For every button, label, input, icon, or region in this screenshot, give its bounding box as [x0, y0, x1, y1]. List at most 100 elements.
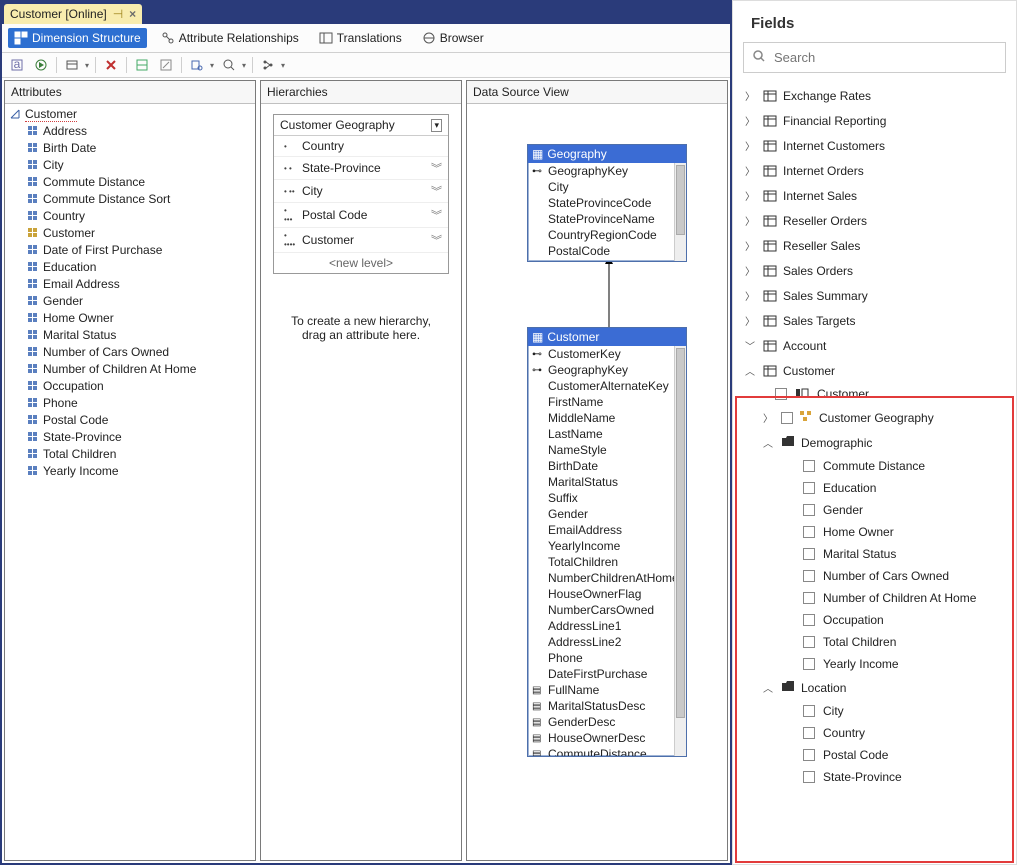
fields-table[interactable]: 〉Reseller Orders — [733, 208, 1016, 233]
attribute-item[interactable]: Commute Distance Sort — [25, 190, 253, 207]
fields-table-customer[interactable]: ︿Customer — [733, 358, 1016, 383]
hierarchy-level[interactable]: • •State-Province︾ — [274, 157, 448, 180]
attribute-item[interactable]: Email Address — [25, 275, 253, 292]
attribute-item[interactable]: Total Children — [25, 445, 253, 462]
attribute-item[interactable]: Country — [25, 207, 253, 224]
dsv-table-customer[interactable]: ▦Customer ⊷CustomerKey⊶GeographyKeyCusto… — [527, 327, 687, 757]
toolbar-view-icon[interactable] — [63, 56, 81, 74]
tab-dimension-structure[interactable]: Dimension Structure — [8, 28, 147, 48]
attributes-tree[interactable]: Customer AddressBirth DateCityCommute Di… — [5, 104, 255, 860]
attribute-item[interactable]: Phone — [25, 394, 253, 411]
attribute-item[interactable]: Gender — [25, 292, 253, 309]
attribute-item[interactable]: State-Province — [25, 428, 253, 445]
dsv-column[interactable]: YearlyIncome — [528, 538, 686, 554]
dsv-column[interactable]: ⊷CustomerKey — [528, 346, 686, 362]
dsv-column[interactable]: AddressLine2 — [528, 634, 686, 650]
fields-table[interactable]: 〉Internet Orders — [733, 158, 1016, 183]
dsv-column[interactable]: ▤HouseOwnerDesc — [528, 730, 686, 746]
pin-icon[interactable]: ⊣ — [113, 7, 123, 21]
dsv-column[interactable]: NumberCarsOwned — [528, 602, 686, 618]
toolbar-add-icon[interactable]: a — [8, 56, 26, 74]
dsv-table-geography[interactable]: ▦Geography ⊷GeographyKeyCityStateProvinc… — [527, 144, 687, 262]
chevron-icon[interactable]: ︿ — [745, 363, 757, 378]
fields-search[interactable] — [743, 42, 1006, 73]
dsv-column[interactable]: LastName — [528, 426, 686, 442]
attribute-item[interactable]: Home Owner — [25, 309, 253, 326]
hierarchy-level[interactable]: •Country — [274, 136, 448, 157]
dsv-column[interactable]: CustomerAlternateKey — [528, 378, 686, 394]
attribute-item[interactable]: Number of Children At Home — [25, 360, 253, 377]
chevron-icon[interactable]: 〉 — [745, 188, 757, 203]
fields-table[interactable]: 〉Sales Targets — [733, 308, 1016, 333]
dsv-column[interactable]: CountryRegionCode — [528, 227, 686, 243]
toolbar-tree-icon[interactable] — [259, 56, 277, 74]
dsv-column[interactable]: MiddleName — [528, 410, 686, 426]
hierarchy-level[interactable]: • ••City︾ — [274, 180, 448, 203]
dsv-column[interactable]: NameStyle — [528, 442, 686, 458]
attribute-item[interactable]: Customer — [25, 224, 253, 241]
close-icon[interactable]: × — [129, 7, 136, 21]
dsv-column[interactable]: ▤MaritalStatusDesc — [528, 698, 686, 714]
dsv-column[interactable]: DateFirstPurchase — [528, 666, 686, 682]
dsv-column[interactable]: Phone — [528, 650, 686, 666]
toolbar-find-icon[interactable] — [188, 56, 206, 74]
dsv-column[interactable]: EnglishCountryRegionName — [528, 259, 686, 261]
dsv-column[interactable]: City — [528, 179, 686, 195]
chevron-icon[interactable]: ﹀ — [745, 338, 757, 353]
dsv-column[interactable]: FirstName — [528, 394, 686, 410]
attribute-item[interactable]: Education — [25, 258, 253, 275]
attribute-item[interactable]: Commute Distance — [25, 173, 253, 190]
fields-table[interactable]: 〉Sales Orders — [733, 258, 1016, 283]
hierarchy-level[interactable]: • •••Postal Code︾ — [274, 203, 448, 228]
fields-table[interactable]: ﹀Account — [733, 333, 1016, 358]
hierarchy-new-level[interactable]: <new level> — [274, 253, 448, 273]
dsv-column[interactable]: ⊶GeographyKey — [528, 362, 686, 378]
hierarchy-level[interactable]: • ••••Customer︾ — [274, 228, 448, 253]
fields-table[interactable]: 〉Internet Sales — [733, 183, 1016, 208]
attribute-item[interactable]: Occupation — [25, 377, 253, 394]
tab-translations[interactable]: Translations — [313, 28, 408, 48]
toolbar-process-icon[interactable] — [32, 56, 50, 74]
toolbar-edit-icon[interactable] — [157, 56, 175, 74]
attribute-item[interactable]: Number of Cars Owned — [25, 343, 253, 360]
dsv-column[interactable]: AddressLine1 — [528, 618, 686, 634]
hierarchy-box[interactable]: Customer Geography ▾ •Country• •State-Pr… — [273, 114, 449, 274]
chevron-icon[interactable]: 〉 — [745, 213, 757, 228]
dsv-canvas[interactable]: ▦Geography ⊷GeographyKeyCityStateProvinc… — [467, 104, 727, 860]
chevron-icon[interactable]: 〉 — [745, 238, 757, 253]
search-input[interactable] — [774, 50, 997, 65]
hierarchy-expand-icon[interactable]: ▾ — [431, 119, 442, 132]
dsv-column[interactable]: Suffix — [528, 490, 686, 506]
dsv-column[interactable]: BirthDate — [528, 458, 686, 474]
chevron-icon[interactable]: 〉 — [745, 113, 757, 128]
dsv-column[interactable]: PostalCode — [528, 243, 686, 259]
fields-table[interactable]: 〉Internet Customers — [733, 133, 1016, 158]
fields-table[interactable]: 〉Financial Reporting — [733, 108, 1016, 133]
tab-attribute-relationships[interactable]: Attribute Relationships — [155, 28, 305, 48]
chevron-icon[interactable]: 〉 — [745, 263, 757, 278]
attribute-root[interactable]: Customer — [7, 106, 253, 122]
dsv-column[interactable]: MaritalStatus — [528, 474, 686, 490]
dsv-column[interactable]: EmailAddress — [528, 522, 686, 538]
attribute-item[interactable]: Address — [25, 122, 253, 139]
chevron-icon[interactable]: 〉 — [745, 313, 757, 328]
document-tab[interactable]: Customer [Online] ⊣ × — [4, 4, 142, 24]
dsv-column[interactable]: ▤GenderDesc — [528, 714, 686, 730]
dsv-column[interactable]: TotalChildren — [528, 554, 686, 570]
dsv-column[interactable]: StateProvinceCode — [528, 195, 686, 211]
chevron-icon[interactable]: 〉 — [745, 138, 757, 153]
chevron-icon[interactable]: 〉 — [745, 88, 757, 103]
attribute-item[interactable]: Birth Date — [25, 139, 253, 156]
tab-browser[interactable]: Browser — [416, 28, 490, 48]
attribute-item[interactable]: Marital Status — [25, 326, 253, 343]
attribute-item[interactable]: Postal Code — [25, 411, 253, 428]
attribute-item[interactable]: Yearly Income — [25, 462, 253, 479]
toolbar-delete-icon[interactable] — [102, 56, 120, 74]
dsv-column[interactable]: HouseOwnerFlag — [528, 586, 686, 602]
hierarchy-title-row[interactable]: Customer Geography ▾ — [274, 115, 448, 136]
dsv-column[interactable]: Gender — [528, 506, 686, 522]
dsv-column[interactable]: ▤CommuteDistance — [528, 746, 686, 756]
fields-table[interactable]: 〉Exchange Rates — [733, 83, 1016, 108]
chevron-icon[interactable]: 〉 — [745, 288, 757, 303]
fields-table[interactable]: 〉Reseller Sales — [733, 233, 1016, 258]
